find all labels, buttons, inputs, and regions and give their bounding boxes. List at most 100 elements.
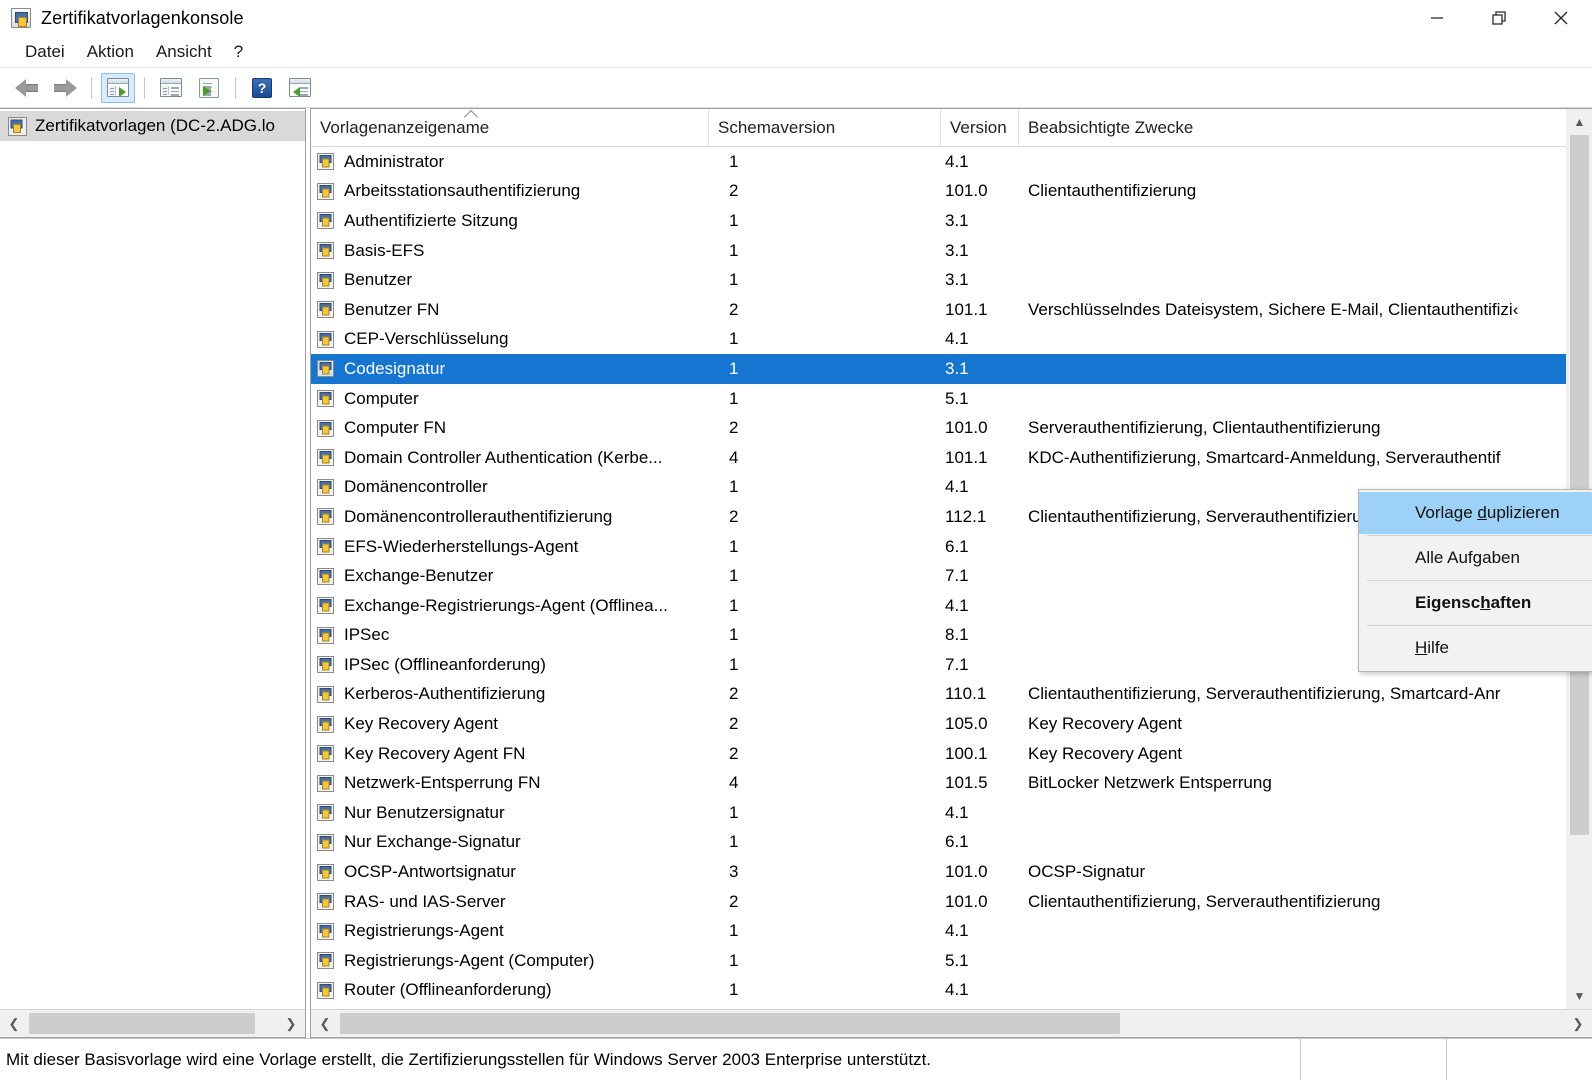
certificate-template-icon: [316, 567, 335, 585]
template-display-name-text: IPSec (Offlineanforderung): [344, 654, 546, 674]
scroll-up-icon[interactable]: ▲: [1567, 109, 1592, 135]
cell-template-display-name: Registrierungs-Agent: [311, 916, 709, 946]
tree-hscroll-thumb[interactable]: [29, 1013, 255, 1034]
certificate-template-icon: [316, 981, 335, 999]
table-row[interactable]: Computer FN 2 101.0 Serverauthentifizier…: [311, 413, 1566, 443]
table-row[interactable]: Domain Controller Authentication (Kerbe.…: [311, 443, 1566, 473]
table-row[interactable]: Computer 1 5.1: [311, 384, 1566, 414]
menu-ansicht[interactable]: Ansicht: [145, 38, 223, 66]
table-row[interactable]: Basis-EFS 1 3.1: [311, 236, 1566, 266]
cell-schema-version: 2: [729, 506, 739, 526]
cell-template-display-name: Nur Benutzersignatur: [311, 798, 709, 828]
certificate-template-icon: [316, 833, 335, 851]
template-display-name-text: Domänencontroller: [344, 477, 488, 497]
cell-schema-version: 1: [729, 980, 739, 1000]
table-row[interactable]: Arbeitsstationsauthentifizierung 2 101.0…: [311, 177, 1566, 207]
table-row[interactable]: Codesignatur 1 3.1: [311, 354, 1566, 384]
cell-version: 3.1: [945, 240, 969, 260]
table-row[interactable]: Administrator 1 4.1: [311, 147, 1566, 177]
column-header-template-display-name[interactable]: Vorlagenanzeigename: [311, 108, 709, 147]
template-display-name-text: Benutzer: [344, 270, 413, 290]
forward-button[interactable]: [48, 73, 82, 103]
template-display-name-text: Router (Offlineanforderung): [344, 980, 552, 1000]
cell-intended-purposes: Serverauthentifizierung, Clientauthentif…: [1028, 418, 1381, 438]
export-list-button[interactable]: [192, 73, 226, 103]
list-hscroll-thumb[interactable]: [340, 1013, 1120, 1034]
tree-scroll-right-icon[interactable]: ❯: [277, 1010, 305, 1037]
ctx-all-tasks[interactable]: Alle Aufgaben›: [1359, 537, 1592, 579]
title-bar: Zertifikatvorlagenkonsole: [0, 0, 1592, 36]
close-button[interactable]: [1530, 0, 1592, 36]
table-row[interactable]: Key Recovery Agent FN 2 100.1 Key Recove…: [311, 739, 1566, 769]
template-display-name-text: Basis-EFS: [344, 240, 425, 260]
table-row[interactable]: Router (Offlineanforderung) 1 4.1: [311, 976, 1566, 1006]
context-menu-separator: [1367, 535, 1592, 536]
cell-template-display-name: IPSec: [311, 621, 709, 651]
table-row[interactable]: Benutzer 1 3.1: [311, 265, 1566, 295]
table-row[interactable]: Netzwerk-Entsperrung FN 4 101.5 BitLocke…: [311, 768, 1566, 798]
column-header-schema-version[interactable]: Schemaversion: [709, 108, 941, 147]
table-row[interactable]: OCSP-Antwortsignatur 3 101.0 OCSP-Signat…: [311, 857, 1566, 887]
template-display-name-text: Domänencontrollerauthentifizierung: [344, 506, 613, 526]
cell-schema-version: 1: [729, 536, 739, 556]
export-document-icon: [199, 77, 219, 98]
table-row[interactable]: Key Recovery Agent 2 105.0 Key Recovery …: [311, 709, 1566, 739]
ctx-duplicate-template[interactable]: Vorlage duplizieren: [1359, 492, 1592, 534]
certificate-template-icon: [316, 626, 335, 644]
tree-hscroll-track[interactable]: [28, 1010, 277, 1037]
certificate-template-icon: [316, 538, 335, 556]
cell-version: 3.1: [945, 358, 969, 378]
column-header-intended-purposes[interactable]: Beabsichtigte Zwecke: [1019, 109, 1566, 147]
ctx-help[interactable]: Hilfe: [1359, 627, 1592, 669]
template-display-name-text: Exchange-Benutzer: [344, 566, 494, 586]
back-button[interactable]: [10, 73, 44, 103]
certificate-template-icon: [316, 863, 335, 881]
certificate-template-icon: [316, 597, 335, 615]
vscroll-thumb[interactable]: [1570, 135, 1589, 835]
list-horizontal-scrollbar[interactable]: ❮ ❯: [311, 1009, 1592, 1037]
cell-version: 105.0: [945, 714, 988, 734]
context-menu-item-label: Hilfe: [1415, 638, 1450, 657]
table-row[interactable]: CEP-Verschlüsselung 1 4.1: [311, 325, 1566, 355]
context-menu-item-label: Vorlage duplizieren: [1415, 503, 1560, 522]
minimize-button[interactable]: [1406, 0, 1468, 36]
cell-schema-version: 2: [729, 743, 739, 763]
console-tree-icon: [107, 78, 129, 97]
certificate-template-icon: [316, 182, 335, 200]
properties-button[interactable]: [154, 73, 188, 103]
cell-schema-version: 1: [729, 921, 739, 941]
cell-version: 4.1: [945, 921, 969, 941]
table-row[interactable]: Kerberos-Authentifizierung 2 110.1 Clien…: [311, 680, 1566, 710]
cell-template-display-name: Exchange-Benutzer: [311, 561, 709, 591]
table-row[interactable]: Nur Exchange-Signatur 1 6.1: [311, 828, 1566, 858]
column-header-version[interactable]: Version: [941, 108, 1019, 147]
table-row[interactable]: RAS- und IAS-Server 2 101.0 Clientauthen…: [311, 887, 1566, 917]
cell-template-display-name: Benutzer FN: [311, 295, 709, 325]
cell-intended-purposes: Clientauthentifizierung, Serverauthentif…: [1028, 891, 1381, 911]
tree-node-certificate-templates[interactable]: Zertifikatvorlagen (DC-2.ADG.lo: [0, 111, 305, 141]
cell-intended-purposes: Verschlüsselndes Dateisystem, Sichere E-…: [1028, 299, 1519, 319]
table-row[interactable]: Authentifizierte Sitzung 1 3.1: [311, 206, 1566, 236]
cell-template-display-name: Domänencontroller: [311, 473, 709, 503]
cell-schema-version: 1: [729, 329, 739, 349]
menu-datei[interactable]: Datei: [14, 38, 76, 66]
tree-horizontal-scrollbar[interactable]: ❮ ❯: [0, 1009, 305, 1037]
cell-version: 7.1: [945, 566, 969, 586]
table-row[interactable]: Registrierungs-Agent (Computer) 1 5.1: [311, 946, 1566, 976]
list-scroll-left-icon[interactable]: ❮: [311, 1010, 339, 1037]
ctx-properties[interactable]: Eigenschaften: [1359, 582, 1592, 624]
help-button[interactable]: ?: [245, 73, 279, 103]
scroll-down-icon[interactable]: ▼: [1567, 983, 1592, 1009]
restore-button[interactable]: [1468, 0, 1530, 36]
table-row[interactable]: Benutzer FN 2 101.1 Verschlüsselndes Dat…: [311, 295, 1566, 325]
list-scroll-right-icon[interactable]: ❯: [1564, 1010, 1592, 1037]
show-hide-tree-button[interactable]: [101, 72, 135, 103]
show-action-pane-button[interactable]: [283, 73, 317, 103]
tree-scroll-left-icon[interactable]: ❮: [0, 1010, 28, 1037]
list-hscroll-track[interactable]: [339, 1010, 1564, 1037]
menu-aktion[interactable]: Aktion: [76, 38, 145, 66]
table-row[interactable]: Nur Benutzersignatur 1 4.1: [311, 798, 1566, 828]
table-row[interactable]: Registrierungs-Agent 1 4.1: [311, 916, 1566, 946]
menu-hilfe[interactable]: ?: [223, 38, 254, 66]
cell-schema-version: 1: [729, 950, 739, 970]
